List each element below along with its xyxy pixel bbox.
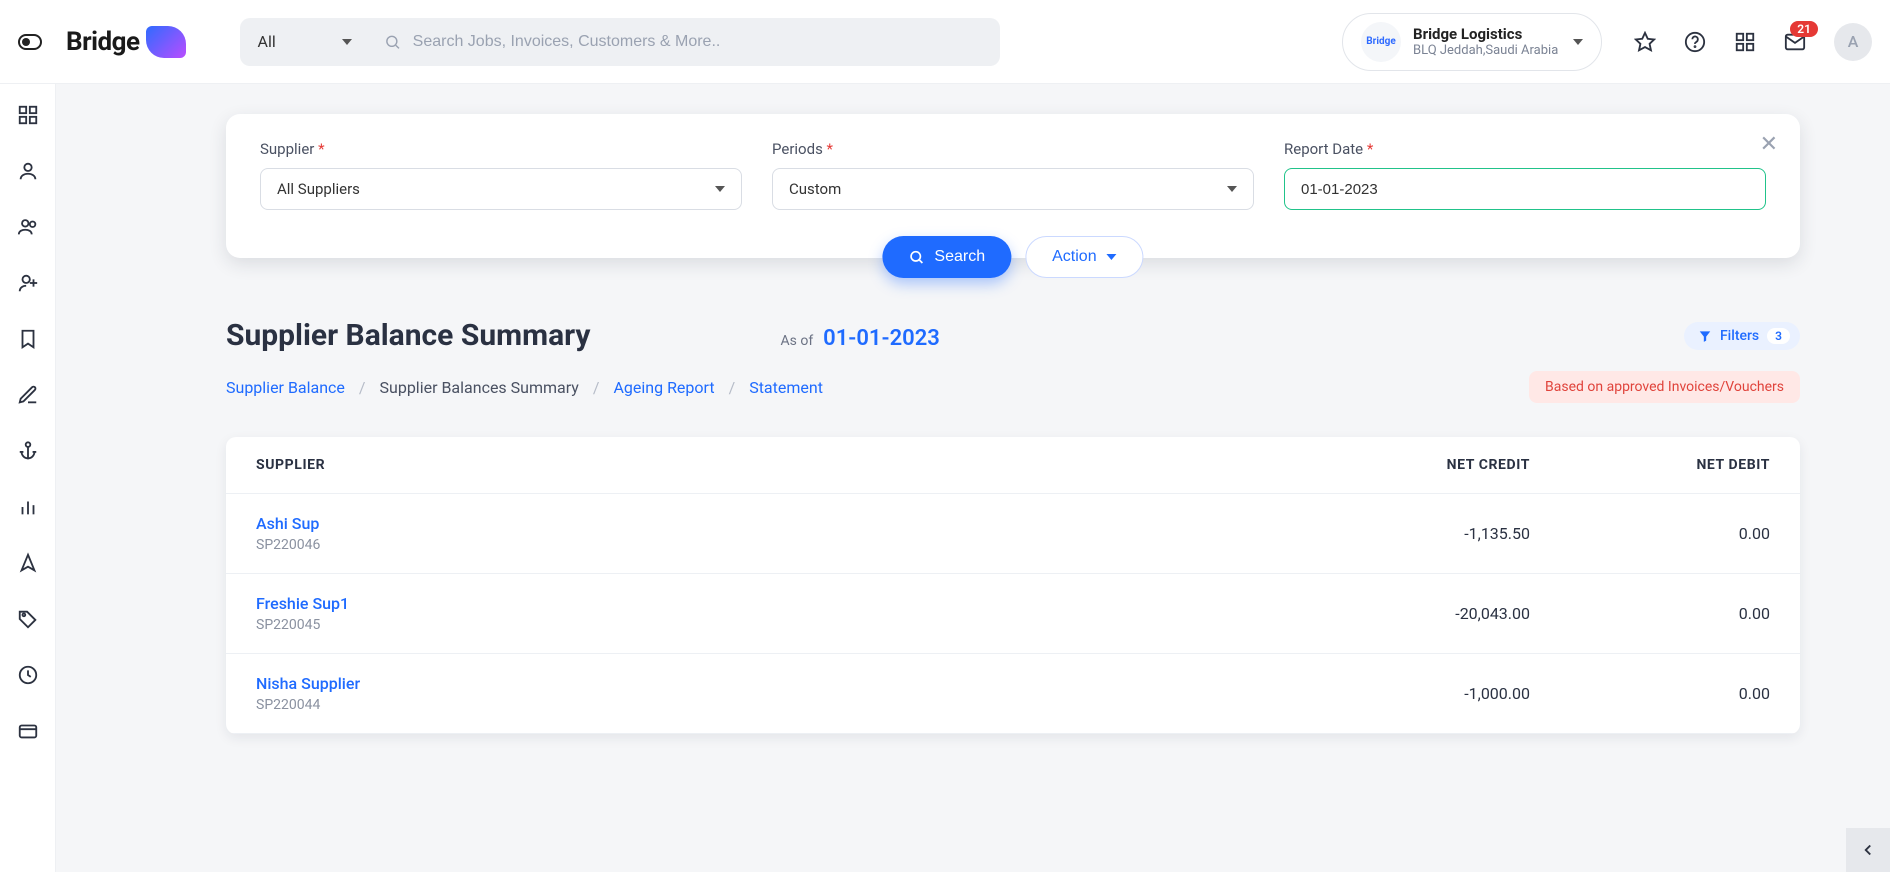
org-logo-icon: Bridge — [1361, 22, 1401, 62]
filter-icon — [1698, 329, 1712, 343]
table-row: Nisha Supplier SP220044-1,000.000.00 — [226, 654, 1800, 734]
search-button[interactable]: Search — [882, 236, 1011, 278]
net-debit-value: 0.00 — [1530, 684, 1770, 703]
search-category-value: All — [258, 32, 276, 51]
main-content: ✕ Supplier * All Suppliers Periods * Cus… — [56, 84, 1890, 872]
breadcrumb: Supplier Balance / Supplier Balances Sum… — [226, 378, 823, 397]
supplier-id: SP220046 — [256, 537, 1290, 553]
search-input[interactable] — [413, 33, 986, 51]
avatar[interactable]: A — [1834, 23, 1872, 61]
crumb-statement[interactable]: Statement — [749, 378, 823, 397]
status-note: Based on approved Invoices/Vouchers — [1529, 371, 1800, 403]
reports-icon[interactable] — [17, 496, 39, 518]
chevron-down-icon — [1107, 254, 1117, 260]
asof-label: As of — [781, 333, 814, 349]
net-debit-value: 0.00 — [1530, 524, 1770, 543]
page-title: Supplier Balance Summary — [226, 318, 591, 353]
search-icon — [908, 249, 924, 265]
table-row: Ashi Sup SP220046-1,135.500.00 — [226, 494, 1800, 574]
history-icon[interactable] — [17, 664, 39, 686]
org-info: Bridge Logistics BLQ Jeddah,Saudi Arabia — [1413, 25, 1561, 58]
logo-text: Bridge — [66, 27, 140, 57]
collapse-panel-button[interactable] — [1846, 828, 1890, 872]
filters-pill[interactable]: Filters 3 — [1684, 322, 1800, 350]
supplier-name-link[interactable]: Nisha Supplier — [256, 674, 1290, 693]
supplier-label: Supplier * — [260, 140, 742, 158]
col-net-debit: NET DEBIT — [1530, 457, 1770, 473]
report-date-input[interactable] — [1284, 168, 1766, 210]
supplier-name-link[interactable]: Freshie Sup1 — [256, 594, 1290, 613]
action-button-label: Action — [1052, 248, 1096, 266]
net-credit-value: -1,135.50 — [1290, 524, 1530, 543]
net-debit-value: 0.00 — [1530, 604, 1770, 623]
supplier-name-link[interactable]: Ashi Sup — [256, 514, 1290, 533]
col-net-credit: NET CREDIT — [1290, 457, 1530, 473]
star-icon[interactable] — [1634, 31, 1656, 53]
theme-toggle-icon[interactable] — [18, 34, 42, 50]
supplier-balance-table: SUPPLIER NET CREDIT NET DEBIT Ashi Sup SP… — [226, 437, 1800, 734]
report-date-label: Report Date * — [1284, 140, 1766, 158]
asof: As of 01-01-2023 — [781, 326, 940, 351]
chevron-down-icon — [715, 186, 725, 192]
tag-icon[interactable] — [17, 608, 39, 630]
close-icon[interactable]: ✕ — [1760, 132, 1778, 157]
filters-count: 3 — [1767, 328, 1790, 344]
col-supplier: SUPPLIER — [256, 457, 1290, 473]
search-button-label: Search — [934, 248, 985, 266]
user-icon[interactable] — [17, 160, 39, 182]
anchor-icon[interactable] — [17, 440, 39, 462]
dashboard-icon[interactable] — [17, 104, 39, 126]
supplier-select[interactable]: All Suppliers — [260, 168, 742, 210]
filters-label: Filters — [1720, 328, 1759, 344]
periods-select[interactable]: Custom — [772, 168, 1254, 210]
net-credit-value: -1,000.00 — [1290, 684, 1530, 703]
logo[interactable]: Bridge — [66, 26, 186, 58]
periods-value: Custom — [789, 180, 841, 198]
help-icon[interactable] — [1684, 31, 1706, 53]
search-input-wrap — [370, 33, 1000, 51]
mail-icon[interactable]: 21 — [1784, 31, 1806, 53]
header-actions: 21 A — [1634, 23, 1872, 61]
edit-icon[interactable] — [17, 384, 39, 406]
chevron-left-icon — [1859, 841, 1877, 859]
avatar-initial: A — [1848, 32, 1859, 51]
bookmark-icon[interactable] — [17, 328, 39, 350]
table-row: Freshie Sup1 SP220045-20,043.000.00 — [226, 574, 1800, 654]
global-search: All — [240, 18, 1000, 66]
notification-badge: 21 — [1790, 21, 1818, 37]
table-header: SUPPLIER NET CREDIT NET DEBIT — [226, 437, 1800, 494]
org-name: Bridge Logistics — [1413, 25, 1561, 43]
navigation-icon[interactable] — [17, 552, 39, 574]
crumb-supplier-balance[interactable]: Supplier Balance — [226, 378, 345, 397]
sidebar — [0, 84, 56, 872]
card-icon[interactable] — [17, 720, 39, 742]
app-header: Bridge All Bridge Bridge Logistics BLQ J… — [0, 0, 1890, 84]
apps-grid-icon[interactable] — [1734, 31, 1756, 53]
crumb-supplier-balances-summary: Supplier Balances Summary — [380, 378, 579, 397]
crumb-ageing-report[interactable]: Ageing Report — [613, 378, 714, 397]
asof-date: 01-01-2023 — [823, 326, 940, 351]
supplier-value: All Suppliers — [277, 180, 360, 198]
chevron-down-icon — [1227, 186, 1237, 192]
net-credit-value: -20,043.00 — [1290, 604, 1530, 623]
action-button[interactable]: Action — [1025, 236, 1143, 278]
chevron-down-icon — [1573, 39, 1583, 45]
chevron-down-icon — [342, 39, 352, 45]
org-switcher[interactable]: Bridge Bridge Logistics BLQ Jeddah,Saudi… — [1342, 13, 1602, 71]
users-icon[interactable] — [17, 216, 39, 238]
supplier-id: SP220044 — [256, 697, 1290, 713]
search-category-dropdown[interactable]: All — [240, 18, 370, 66]
search-icon — [384, 33, 401, 51]
periods-label: Periods * — [772, 140, 1254, 158]
filter-card: ✕ Supplier * All Suppliers Periods * Cus… — [226, 114, 1800, 258]
add-user-icon[interactable] — [17, 272, 39, 294]
logo-mark-icon — [146, 26, 186, 58]
org-location: BLQ Jeddah,Saudi Arabia — [1413, 43, 1561, 58]
supplier-id: SP220045 — [256, 617, 1290, 633]
